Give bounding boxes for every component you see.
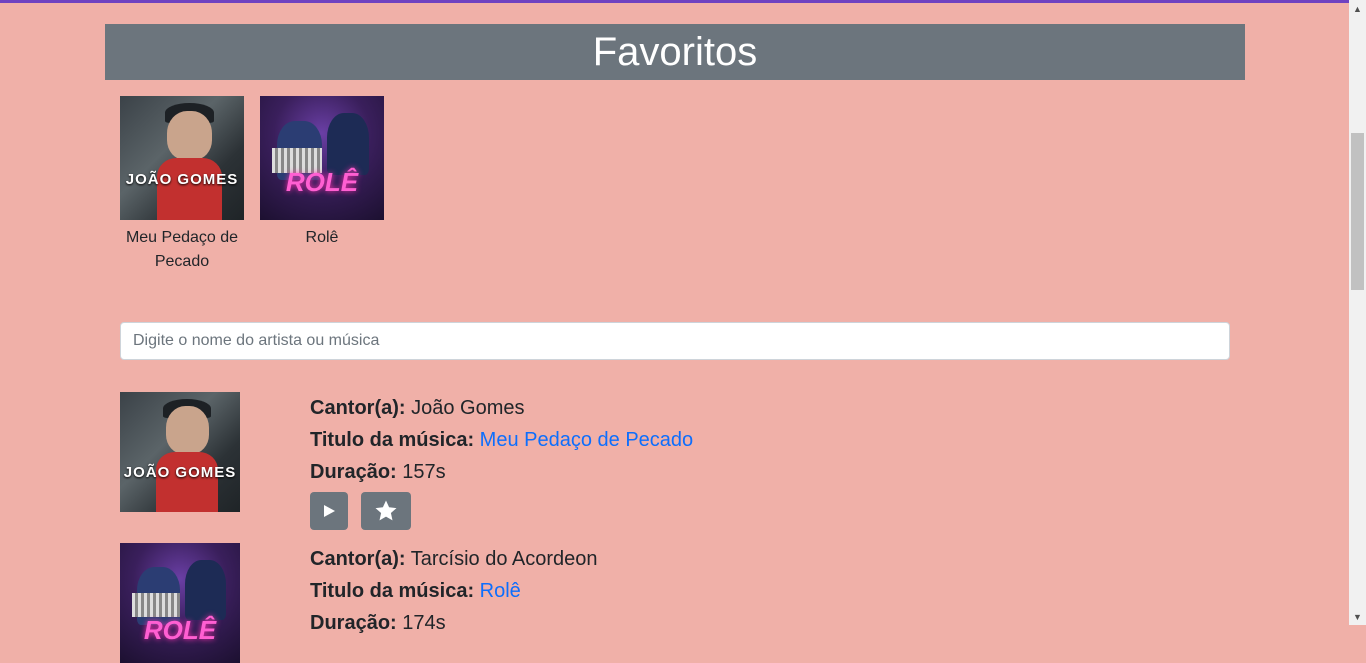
song-title-row: Titulo da música: Rolê xyxy=(310,575,598,607)
artist-label: Cantor(a): xyxy=(310,548,406,570)
cover-art-shape xyxy=(132,593,180,618)
search-input[interactable] xyxy=(120,322,1230,360)
song-duration-row: Duração: 157s xyxy=(310,456,693,488)
song-artist: João Gomes xyxy=(411,397,525,419)
top-border xyxy=(0,0,1349,3)
cover-art-shape xyxy=(184,559,226,620)
scroll-down-arrow-icon[interactable]: ▼ xyxy=(1349,608,1366,625)
song-title-link[interactable]: Meu Pedaço de Pecado xyxy=(480,429,694,451)
play-icon xyxy=(324,505,335,517)
page-title: Favoritos xyxy=(592,29,758,74)
song-actions xyxy=(310,492,693,530)
song-title-link[interactable]: Rolê xyxy=(480,580,521,602)
star-icon xyxy=(375,500,397,521)
favorite-item[interactable]: ROLÊ Rolê xyxy=(260,96,384,274)
duration-label: Duração: xyxy=(310,612,397,634)
song-cover: ROLÊ xyxy=(120,543,240,663)
cover-art-shape xyxy=(157,158,222,220)
favorite-button[interactable] xyxy=(361,492,411,530)
page-header: Favoritos xyxy=(105,24,1245,80)
favorite-title: Meu Pedaço de Pecado xyxy=(125,229,239,270)
title-label: Titulo da música: xyxy=(310,580,475,602)
favorite-cover[interactable]: ROLÊ xyxy=(260,96,384,220)
song-duration: 174s xyxy=(402,612,446,634)
artist-label: Cantor(a): xyxy=(310,397,406,419)
cover-logo: ROLÊ xyxy=(143,615,217,645)
cover-art-shape xyxy=(156,452,219,512)
favorite-title: Rolê xyxy=(305,229,339,246)
duration-label: Duração: xyxy=(310,461,397,483)
song-cover: JOÃO GOMES xyxy=(120,392,240,512)
favorite-item[interactable]: JOÃO GOMES Meu Pedaço de Pecado xyxy=(120,96,244,274)
play-button[interactable] xyxy=(310,492,348,530)
song-duration: 157s xyxy=(402,461,446,483)
song-title-row: Titulo da música: Meu Pedaço de Pecado xyxy=(310,424,693,456)
scroll-up-arrow-icon[interactable]: ▲ xyxy=(1349,0,1366,17)
cover-logo: ROLÊ xyxy=(285,167,359,198)
cover-logo: JOÃO GOMES xyxy=(123,464,237,482)
song-info: Cantor(a): João Gomes Titulo da música: … xyxy=(310,392,693,530)
page-scrollbar[interactable]: ▲ ▼ xyxy=(1349,0,1366,625)
scrollbar-thumb[interactable] xyxy=(1351,133,1364,290)
cover-logo: JOÃO GOMES xyxy=(125,170,239,188)
song-artist-row: Cantor(a): João Gomes xyxy=(310,392,693,424)
cover-art-shape xyxy=(167,110,212,161)
favorites-list: JOÃO GOMES Meu Pedaço de Pecado ROLÊ Rol… xyxy=(120,96,384,274)
song-artist-row: Cantor(a): Tarcísio do Acordeon xyxy=(310,543,598,575)
title-label: Titulo da música: xyxy=(310,429,475,451)
cover-art-shape xyxy=(165,406,209,455)
song-artist: Tarcísio do Acordeon xyxy=(410,548,598,570)
favorite-cover[interactable]: JOÃO GOMES xyxy=(120,96,244,220)
song-duration-row: Duração: 174s xyxy=(310,607,598,639)
